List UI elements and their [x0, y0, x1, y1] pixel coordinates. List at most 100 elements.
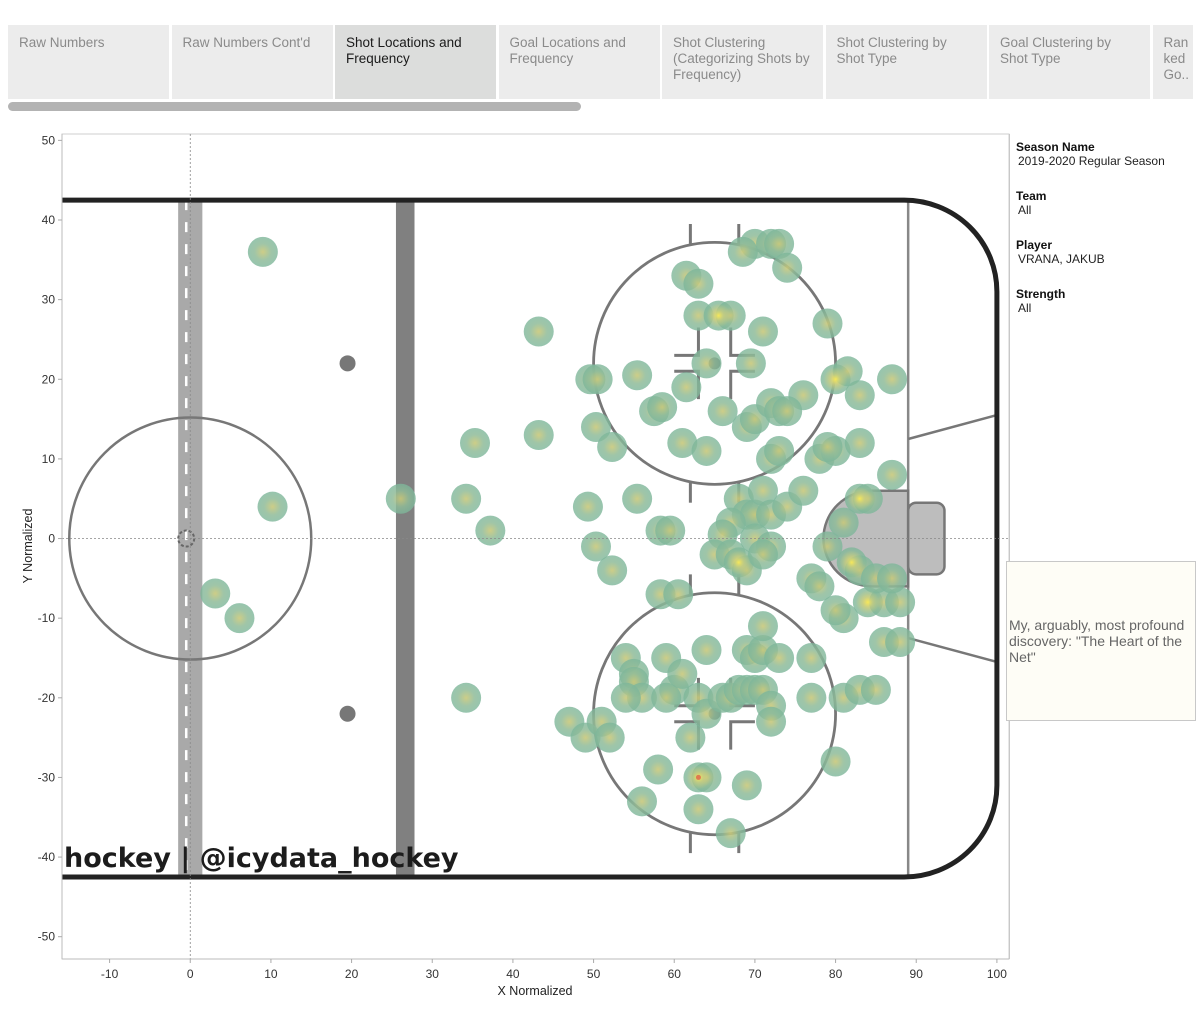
shot-point: [247, 236, 278, 267]
filter-strength[interactable]: Strength All: [1016, 287, 1196, 315]
shot-point: [877, 563, 908, 594]
annotation-text: My, arguably, most profound discovery: "…: [1009, 617, 1185, 665]
tab-shot-clustering[interactable]: Shot Clustering (Categorizing Shots by F…: [662, 25, 823, 99]
x-tick-label: 100: [987, 967, 1007, 981]
y-tick-label: 30: [42, 293, 56, 307]
shot-point: [655, 515, 686, 546]
shot-point: [877, 364, 908, 395]
y-tick-label: 20: [42, 372, 56, 386]
shot-point: [747, 539, 778, 570]
y-tick-label: 10: [42, 452, 56, 466]
x-tick-label: 10: [264, 967, 278, 981]
shot-point: [385, 483, 416, 514]
shot-point: [772, 396, 803, 427]
x-tick-label: 60: [668, 967, 682, 981]
x-tick-label: 70: [748, 967, 762, 981]
hot-spot: [839, 550, 864, 575]
shot-point: [572, 491, 603, 522]
hottest-point-marker: [695, 774, 701, 780]
shot-point: [451, 682, 482, 713]
shot-point: [622, 483, 653, 514]
hot-spot: [706, 303, 731, 328]
shot-point: [691, 348, 722, 379]
shot-point: [727, 236, 758, 267]
tab-raw-numbers[interactable]: Raw Numbers: [8, 25, 169, 99]
y-tick-label: 0: [48, 532, 55, 546]
hot-spot: [726, 550, 751, 575]
shot-point: [460, 427, 491, 458]
filter-label: Season Name: [1016, 140, 1095, 154]
dashboard-tabs: Raw Numbers Raw Numbers Cont'd Shot Loca…: [8, 25, 1193, 100]
x-tick-label: 80: [829, 967, 843, 981]
hot-spot: [847, 486, 872, 511]
shot-point: [224, 603, 255, 634]
filter-label: Team: [1016, 189, 1047, 203]
shot-point: [820, 595, 851, 626]
neutral-zone-dot: [339, 355, 356, 372]
shot-point: [647, 392, 678, 423]
tab-shot-locations-and-frequency[interactable]: Shot Locations and Frequency: [335, 25, 496, 99]
shot-point: [671, 372, 702, 403]
y-tick-label: 50: [42, 133, 56, 147]
tab-goal-locations-and-frequency[interactable]: Goal Locations and Frequency: [498, 25, 660, 99]
shot-point: [747, 611, 778, 642]
shot-point: [756, 706, 787, 737]
filter-player[interactable]: Player VRANA, JAKUB: [1016, 238, 1196, 266]
x-tick-label: 50: [587, 967, 601, 981]
annotation-box: My, arguably, most profound discovery: "…: [1006, 561, 1196, 721]
shot-point: [643, 754, 674, 785]
shot-point: [663, 579, 694, 610]
shot-point: [523, 316, 554, 347]
tab-goal-clustering-by-shot-type[interactable]: Goal Clustering by Shot Type: [989, 25, 1150, 99]
shot-point: [715, 818, 746, 849]
shot-point: [788, 475, 819, 506]
hot-spot: [855, 590, 880, 615]
panel-divider: [1009, 134, 1010, 959]
filter-label: Player: [1016, 238, 1053, 252]
filter-label: Strength: [1016, 287, 1066, 301]
filter-team[interactable]: Team All: [1016, 189, 1196, 217]
shot-point: [594, 722, 625, 753]
x-tick-label: 0: [187, 967, 194, 981]
x-tick-label: 20: [345, 967, 359, 981]
tab-raw-numbers-contd[interactable]: Raw Numbers Cont'd: [171, 25, 333, 99]
y-axis-title: Y Normalized: [21, 509, 35, 584]
shot-point: [731, 770, 762, 801]
tab-ranked-goals[interactable]: Ran ked Go..: [1152, 25, 1193, 99]
filter-value: VRANA, JAKUB: [1018, 252, 1105, 266]
shot-point: [582, 364, 613, 395]
shot-point: [747, 316, 778, 347]
filter-value: All: [1018, 301, 1032, 315]
filter-season-name[interactable]: Season Name 2019-2020 Regular Season: [1016, 140, 1196, 168]
shot-point: [200, 578, 231, 609]
filter-value: All: [1018, 203, 1032, 217]
neutral-zone-dot: [339, 705, 356, 722]
shot-point: [626, 786, 657, 817]
y-tick-label: 40: [42, 213, 56, 227]
shot-point: [683, 268, 714, 299]
shot-point: [451, 483, 482, 514]
shot-point: [597, 555, 628, 586]
filters-panel: Season Name 2019-2020 Regular Season Tea…: [1016, 140, 1196, 336]
y-tick-label: -10: [38, 611, 56, 625]
x-tick-label: 90: [910, 967, 924, 981]
shot-point: [820, 746, 851, 777]
shot-point: [691, 635, 722, 666]
x-tick-label: 30: [426, 967, 440, 981]
shot-point: [764, 642, 795, 673]
y-tick-label: -20: [38, 691, 56, 705]
y-tick-label: -50: [38, 930, 56, 944]
shot-point: [675, 722, 706, 753]
shot-point: [796, 642, 827, 673]
filter-value: 2019-2020 Regular Season: [1018, 154, 1165, 168]
tabs-scrollbar[interactable]: [8, 102, 581, 111]
shot-point: [844, 380, 875, 411]
hot-spot: [823, 367, 848, 392]
shot-point: [610, 682, 641, 713]
shot-point: [691, 435, 722, 466]
shot-point: [683, 794, 714, 825]
tab-shot-clustering-by-shot-type[interactable]: Shot Clustering by Shot Type: [825, 25, 987, 99]
shot-point: [860, 674, 891, 705]
shot-point: [812, 431, 843, 462]
shot-point: [885, 627, 916, 658]
